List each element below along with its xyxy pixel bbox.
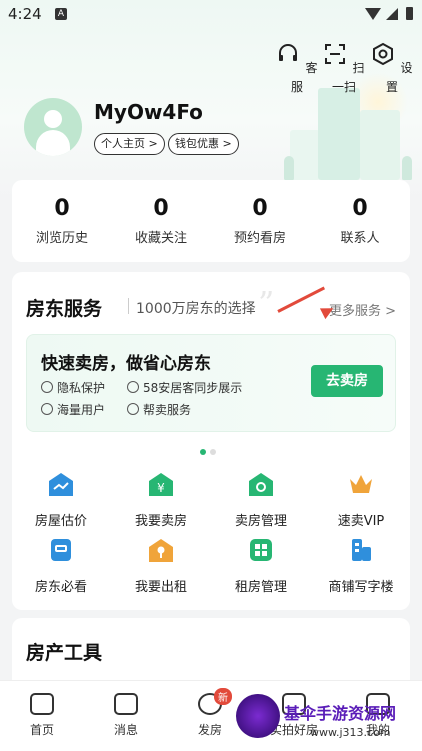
headset-icon	[279, 44, 298, 61]
more-services-link[interactable]: 更多服务 >	[329, 300, 396, 319]
feature-item: 海量用户	[41, 401, 105, 418]
service-appraisal[interactable]: 房屋估价	[15, 470, 107, 529]
check-circle-icon	[127, 403, 139, 415]
message-icon	[114, 693, 138, 715]
stat-label: 预约看房	[233, 231, 286, 246]
feature-label: 隐私保护	[57, 381, 106, 395]
section-title: 房东服务	[26, 298, 103, 320]
stat-value: 0	[252, 196, 268, 221]
service-label: 速卖VIP	[337, 514, 385, 529]
avatar[interactable]	[24, 98, 82, 156]
service-label: 我要出租	[134, 580, 187, 595]
service-label: 卖房管理	[234, 514, 287, 529]
notification-icon: A	[55, 8, 67, 20]
settings-button[interactable]: 设置	[370, 42, 414, 95]
watermark-name: 基伞手游资源网	[284, 704, 397, 723]
service-vip[interactable]: 速卖VIP	[315, 470, 407, 529]
go-sell-button[interactable]: 去卖房	[311, 365, 383, 397]
manage-house-icon	[249, 473, 273, 496]
tab-label: 消息	[113, 723, 138, 737]
building-decoration	[360, 110, 400, 180]
feature-item: 58安居客同步展示	[127, 379, 242, 396]
grid-icon	[250, 539, 272, 561]
status-bar: 4:24 A	[0, 0, 422, 30]
feature-item: 隐私保护	[41, 379, 105, 396]
crown-icon	[350, 475, 372, 493]
guide-icon	[51, 539, 71, 561]
carousel-indicator	[200, 440, 220, 459]
settings-icon	[373, 42, 394, 66]
tree-decoration	[284, 156, 294, 180]
check-circle-icon	[41, 403, 53, 415]
service-sell-manage[interactable]: 卖房管理	[215, 470, 307, 529]
building-decoration	[318, 88, 360, 180]
signal-icon	[386, 8, 398, 20]
battery-icon	[406, 7, 413, 20]
check-circle-icon	[127, 381, 139, 393]
carousel-dot-active	[200, 449, 206, 455]
sell-promo-banner[interactable]: 快速卖房，做省心房东 隐私保护 58安居客同步展示 海量用户 帮卖服务 去卖房	[26, 334, 396, 432]
key-icon	[149, 539, 173, 562]
service-guide[interactable]: 房东必看	[15, 536, 107, 595]
wallet-link[interactable]: 钱包优惠 >	[168, 133, 239, 155]
svg-text:¥: ¥	[157, 481, 165, 495]
service-rent-out[interactable]: 我要出租	[115, 536, 207, 595]
stats-card: 0 浏览历史 0 收藏关注 0 预约看房 0 联系人	[12, 180, 410, 262]
service-label: 租房管理	[234, 580, 287, 595]
wifi-icon	[365, 8, 381, 20]
tab-label: 发房	[197, 723, 222, 737]
stat-history[interactable]: 0 浏览历史	[17, 196, 107, 246]
status-time: 4:24	[8, 5, 42, 23]
watermark: 基伞手游资源网 www.j313.com	[236, 690, 422, 750]
check-circle-icon	[41, 381, 53, 393]
feature-label: 海量用户	[57, 403, 106, 417]
stat-value: 0	[54, 196, 70, 221]
feature-label: 58安居客同步展示	[143, 381, 243, 395]
username[interactable]: MyOw4Fo	[94, 100, 203, 124]
stat-favorites[interactable]: 0 收藏关注	[116, 196, 206, 246]
tab-home[interactable]: 首页	[12, 693, 72, 738]
carousel-dot	[210, 449, 216, 455]
watermark-logo	[236, 694, 280, 738]
divider	[128, 298, 129, 314]
section-title: 房产工具	[26, 642, 103, 664]
stat-value: 0	[153, 196, 169, 221]
trend-house-icon	[49, 473, 73, 496]
tree-decoration	[402, 156, 412, 180]
avatar-body	[36, 130, 70, 156]
new-badge: 新	[214, 688, 232, 705]
stat-label: 联系人	[340, 231, 380, 246]
service-rent-manage[interactable]: 租房管理	[215, 536, 307, 595]
section-subtitle: 1000万房东的选择	[136, 301, 256, 317]
home-icon	[30, 693, 54, 715]
avatar-head	[44, 110, 62, 128]
service-label: 房屋估价	[34, 514, 87, 529]
service-label: 房东必看	[34, 580, 87, 595]
feature-label: 帮卖服务	[143, 403, 192, 417]
service-label: 商铺写字楼	[328, 580, 394, 595]
stat-label: 收藏关注	[134, 231, 187, 246]
tab-messages[interactable]: 消息	[96, 693, 156, 738]
service-sell[interactable]: ¥ 我要卖房	[115, 470, 207, 529]
stat-label: 浏览历史	[35, 231, 88, 246]
feature-item: 帮卖服务	[127, 401, 191, 418]
landlord-services-card: 房东服务 1000万房东的选择 ” 更多服务 > 快速卖房，做省心房东 隐私保护…	[12, 272, 410, 610]
yuan-house-icon: ¥	[149, 473, 173, 496]
scan-button[interactable]: 扫一扫	[322, 42, 366, 95]
service-label: 我要卖房	[134, 514, 187, 529]
office-icon	[352, 539, 371, 561]
home-page-link[interactable]: 个人主页 >	[94, 133, 165, 155]
stat-value: 0	[352, 196, 368, 221]
building-decoration	[290, 130, 320, 180]
stat-appointments[interactable]: 0 预约看房	[215, 196, 305, 246]
service-office[interactable]: 商铺写字楼	[315, 536, 407, 595]
stat-contacts[interactable]: 0 联系人	[315, 196, 405, 246]
promo-title: 快速卖房，做省心房东	[41, 354, 211, 374]
scan-icon	[325, 44, 346, 64]
customer-service-button[interactable]: 客服	[275, 42, 319, 95]
tab-label: 首页	[29, 723, 54, 737]
quote-decoration: ”	[258, 284, 275, 322]
watermark-url: www.j313.com	[310, 726, 391, 739]
